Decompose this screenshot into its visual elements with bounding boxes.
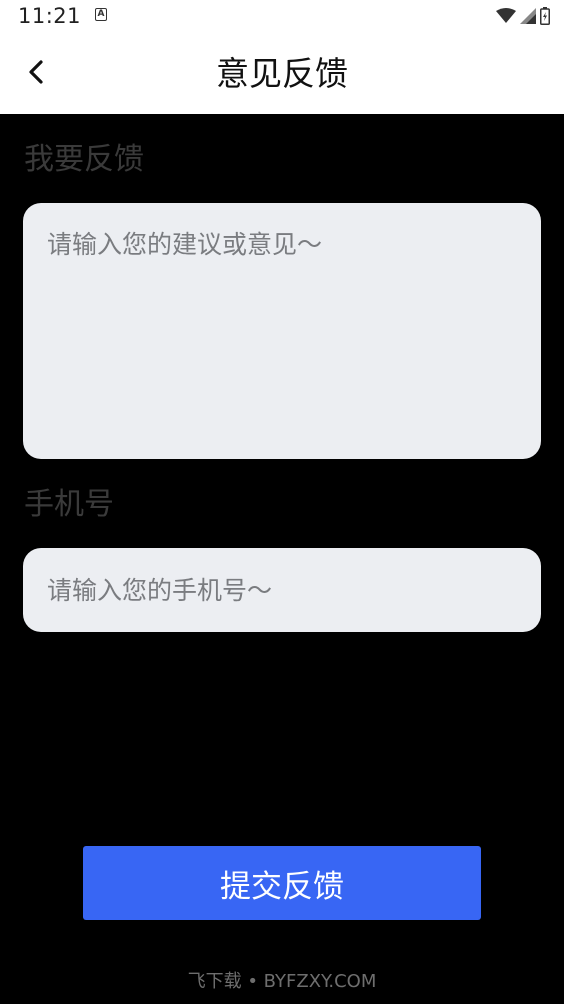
a-badge-icon: A — [95, 8, 107, 21]
signal-icon — [520, 8, 536, 24]
battery-icon — [540, 7, 550, 25]
page-title: 意见反馈 — [216, 54, 348, 93]
status-time: 11:21 — [18, 4, 82, 28]
watermark-text: 飞下载 • BYFZXY.COM — [187, 971, 377, 992]
wifi-icon — [496, 8, 516, 23]
app-header: 意见反馈 — [0, 34, 564, 114]
phone-input[interactable] — [47, 575, 517, 605]
phone-label: 手机号 — [24, 487, 114, 522]
phone-input-container — [23, 548, 541, 632]
submit-feedback-button[interactable]: 提交反馈 — [83, 846, 481, 920]
status-icons — [496, 6, 550, 26]
feedback-label: 我要反馈 — [24, 142, 144, 177]
feedback-textarea[interactable] — [47, 225, 517, 437]
feedback-textarea-container — [23, 203, 541, 459]
feedback-screen: 11:21 A 意见反馈 我要反馈 手机号 — [0, 0, 564, 1004]
status-bar: 11:21 A — [0, 0, 564, 34]
